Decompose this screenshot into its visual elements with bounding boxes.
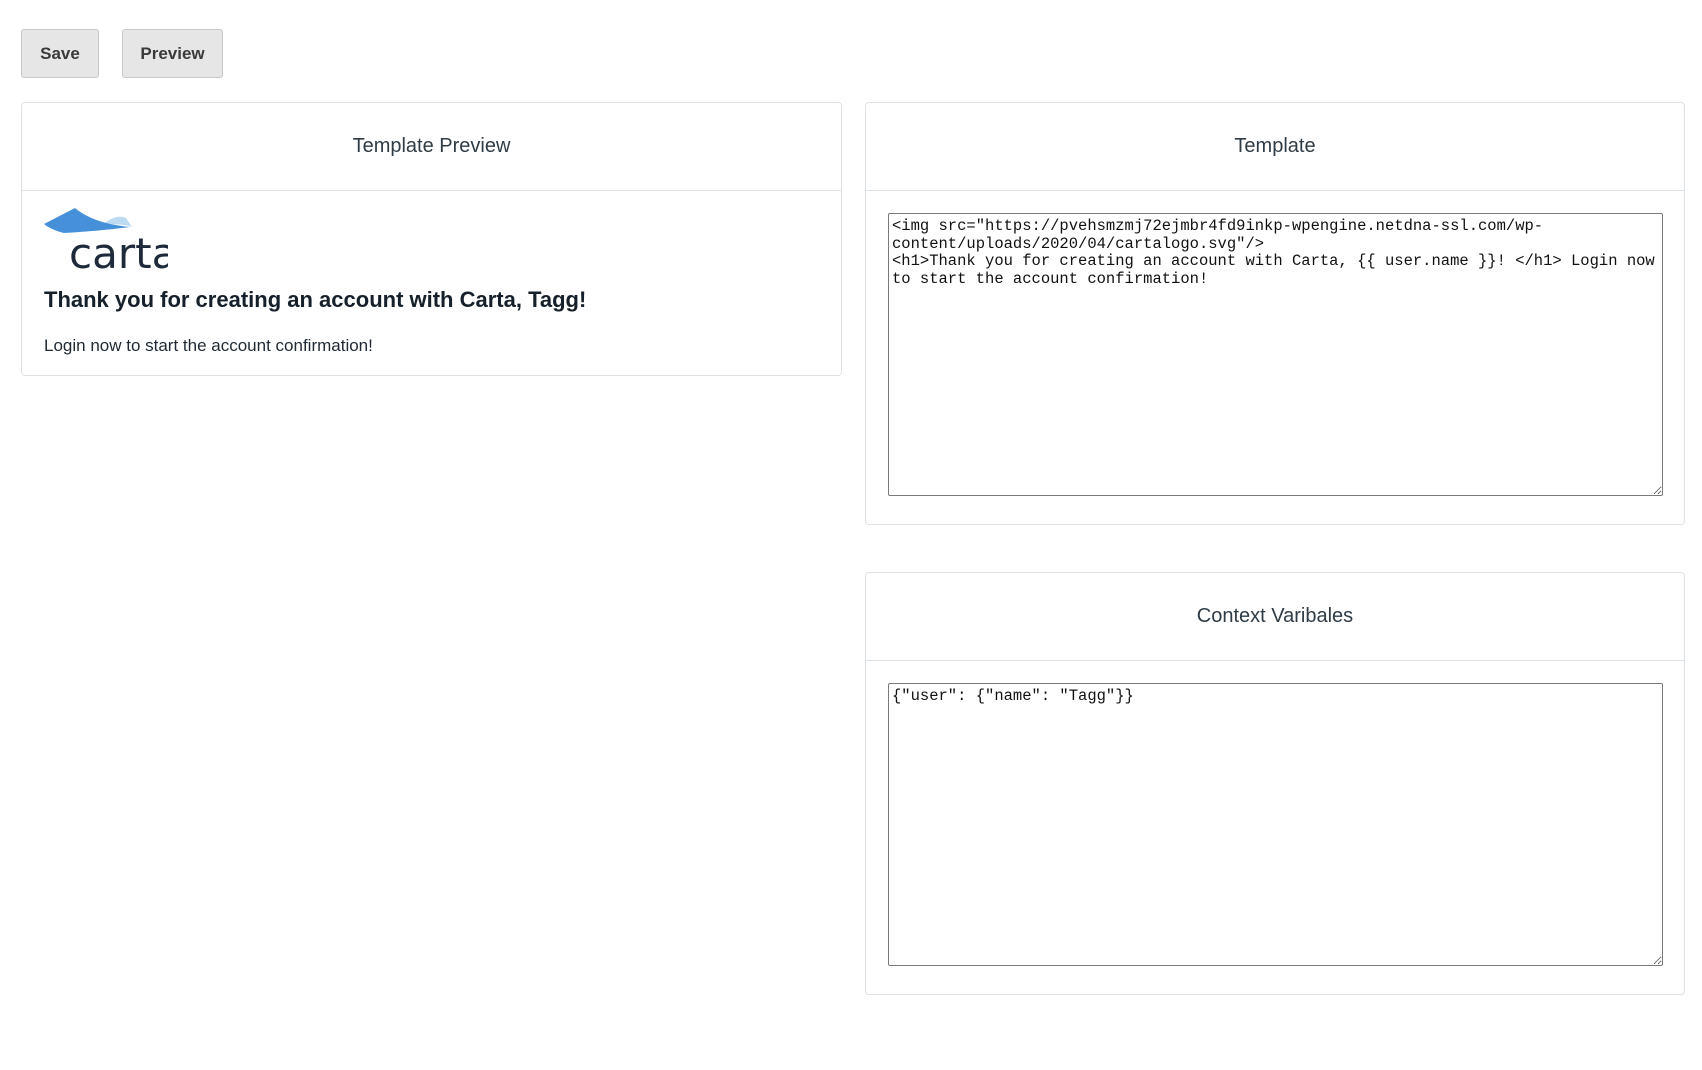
context-variables-textarea[interactable]: {"user": {"name": "Tagg"}} xyxy=(888,683,1663,966)
preview-text: Login now to start the account confirmat… xyxy=(44,336,373,355)
template-card: Template <img src="https://pvehsmzmj72ej… xyxy=(865,102,1685,525)
template-textarea[interactable]: <img src="https://pvehsmzmj72ejmbr4fd9in… xyxy=(888,213,1663,496)
template-title: Template xyxy=(866,103,1684,191)
template-preview-card: Template Preview carta Thank you for cre… xyxy=(21,102,842,376)
template-preview-title: Template Preview xyxy=(22,103,841,191)
preview-button[interactable]: Preview xyxy=(122,29,223,78)
context-variables-title: Context Varibales xyxy=(866,573,1684,661)
template-preview-body: carta Thank you for creating an account … xyxy=(22,191,841,372)
context-variables-card: Context Varibales {"user": {"name": "Tag… xyxy=(865,572,1685,995)
logo-text: carta xyxy=(69,229,168,271)
toolbar: Save Preview xyxy=(21,29,223,78)
preview-heading: Thank you for creating an account with C… xyxy=(44,287,587,312)
carta-logo: carta xyxy=(44,208,168,271)
template-editor-wrap: <img src="https://pvehsmzmj72ejmbr4fd9in… xyxy=(866,191,1684,518)
context-editor-wrap: {"user": {"name": "Tagg"}} xyxy=(866,661,1684,988)
save-button[interactable]: Save xyxy=(21,29,99,78)
